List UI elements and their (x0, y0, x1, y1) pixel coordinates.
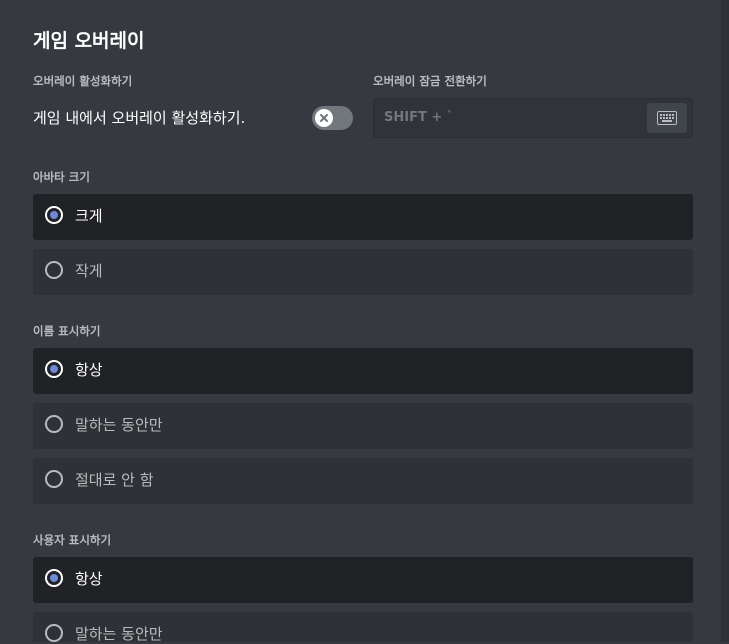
radio-selected-icon (45, 360, 63, 378)
option-label: 항상 (75, 570, 103, 588)
keybind-value: SHIFT + ` (384, 110, 454, 125)
record-keybind-button[interactable] (647, 103, 687, 133)
avatar-size-option-small[interactable]: 작게 (33, 249, 693, 295)
option-label: 절대로 안 함 (75, 471, 154, 489)
keyboard-icon (657, 111, 677, 125)
option-label: 작게 (75, 262, 103, 280)
toggle-knob (315, 109, 333, 127)
display-users-option-speaking[interactable]: 말하는 동안만 (33, 612, 693, 643)
display-names-option-always[interactable]: 항상 (33, 348, 693, 394)
x-icon (320, 114, 328, 122)
radio-selected-icon (45, 206, 63, 224)
scrollbar[interactable] (721, 0, 729, 642)
enable-overlay-label: 오버레이 활성화하기 (33, 74, 133, 88)
option-label: 크게 (75, 207, 103, 225)
display-users-option-always[interactable]: 항상 (33, 557, 693, 603)
radio-unselected-icon (45, 261, 63, 279)
display-names-label: 이름 표시하기 (33, 324, 101, 338)
radio-selected-icon (45, 569, 63, 587)
display-users-label: 사용자 표시하기 (33, 533, 112, 547)
radio-unselected-icon (45, 624, 63, 642)
display-names-option-speaking[interactable]: 말하는 동안만 (33, 403, 693, 449)
option-label: 말하는 동안만 (75, 625, 163, 643)
display-names-option-never[interactable]: 절대로 안 함 (33, 458, 693, 504)
avatar-size-label: 아바타 크기 (33, 170, 90, 184)
lock-overlay-label: 오버레이 잠금 전환하기 (373, 74, 487, 88)
enable-overlay-toggle[interactable] (312, 106, 353, 130)
option-label: 항상 (75, 361, 103, 379)
radio-unselected-icon (45, 415, 63, 433)
radio-unselected-icon (45, 470, 63, 488)
option-label: 말하는 동안만 (75, 416, 163, 434)
avatar-size-option-large[interactable]: 크게 (33, 194, 693, 240)
page-title: 게임 오버레이 (33, 30, 145, 52)
enable-overlay-text: 게임 내에서 오버레이 활성화하기. (33, 109, 246, 127)
lock-keybind-input[interactable]: SHIFT + ` (373, 98, 693, 138)
